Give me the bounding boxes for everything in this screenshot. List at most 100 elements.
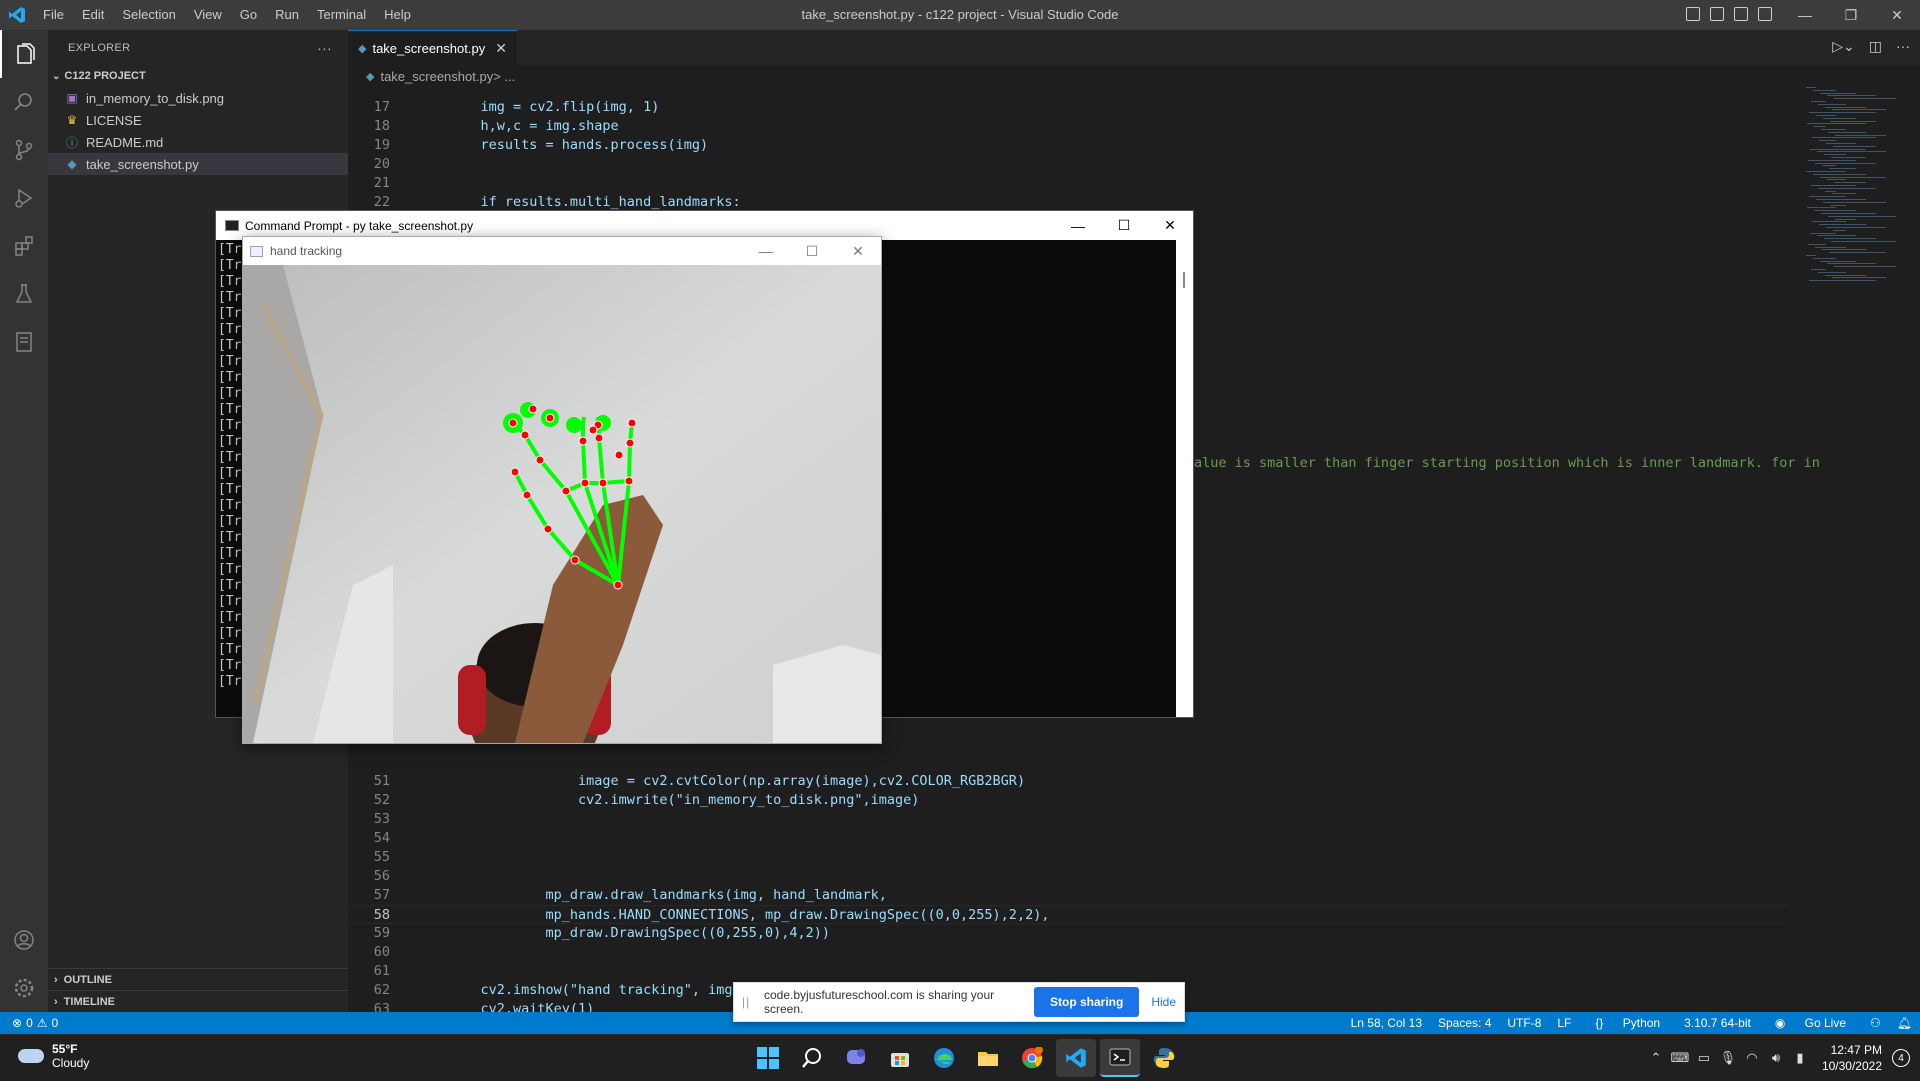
code-line[interactable]: 55 <box>348 848 1788 867</box>
code-line[interactable]: 59 mp_draw.DrawingSpec((0,255,0),4,2)) <box>348 924 1788 943</box>
vscode-icon[interactable] <box>1056 1039 1096 1077</box>
testing-icon[interactable] <box>0 270 48 318</box>
cmd-maximize-button[interactable]: ☐ <box>1101 211 1147 240</box>
hide-share-bar-button[interactable]: Hide <box>1151 995 1176 1009</box>
language-mode[interactable]: {} Python <box>1579 1016 1676 1030</box>
microphone-icon[interactable]: 🎙︎ <box>1716 1050 1740 1066</box>
code-line[interactable]: 53 <box>348 810 1788 829</box>
wifi-icon[interactable]: ◠ <box>1740 1050 1764 1066</box>
project-folder[interactable]: ⌄ C122 PROJECT <box>48 65 348 87</box>
hand-maximize-button[interactable]: ☐ <box>789 237 835 265</box>
menu-file[interactable]: File <box>34 0 73 30</box>
split-editor-icon[interactable]: ◫ <box>1869 38 1882 55</box>
menu-selection[interactable]: Selection <box>113 0 184 30</box>
notification-count[interactable]: 4 <box>1892 1049 1910 1067</box>
battery-icon[interactable]: ▮ <box>1788 1050 1812 1066</box>
drag-handle-icon[interactable]: || <box>742 995 758 1009</box>
clock[interactable]: 12:47 PM 10/30/2022 <box>1812 1042 1892 1074</box>
windows-start-icon[interactable] <box>748 1039 788 1077</box>
files-icon[interactable] <box>0 30 48 78</box>
project-name: C122 PROJECT <box>64 70 146 82</box>
cmd-scrollbar[interactable] <box>1176 240 1193 717</box>
code-line[interactable]: 54 <box>348 829 1788 848</box>
extensions-icon[interactable] <box>0 222 48 270</box>
toggle-sidebar-icon[interactable] <box>1686 7 1700 21</box>
feedback-icon[interactable]: ⚇ <box>1862 1016 1889 1030</box>
toggle-panel-icon[interactable] <box>1710 7 1724 21</box>
go-live-button[interactable]: ◉ Go Live <box>1759 1016 1862 1030</box>
encoding[interactable]: UTF-8 <box>1499 1016 1549 1030</box>
code-line[interactable]: 61 <box>348 962 1788 981</box>
code-line[interactable]: 20 <box>348 155 1788 174</box>
chat-icon[interactable] <box>836 1039 876 1077</box>
search-icon[interactable] <box>0 78 48 126</box>
python-icon[interactable] <box>1144 1039 1184 1077</box>
customize-layout-icon[interactable] <box>1758 7 1772 21</box>
code-line[interactable]: 51 image = cv2.cvtColor(np.array(image),… <box>348 772 1788 791</box>
volume-icon[interactable]: 🔊︎ <box>1764 1050 1788 1066</box>
weather-widget[interactable]: 55°F Cloudy <box>18 1042 89 1070</box>
code-line[interactable]: 60 <box>348 943 1788 962</box>
toggle-secondary-sidebar-icon[interactable] <box>1734 7 1748 21</box>
notifications-bell-icon[interactable]: 🔔︎ <box>1889 1016 1920 1030</box>
more-actions-icon[interactable]: ··· <box>317 40 332 56</box>
tab-take-screenshot[interactable]: ◆ take_screenshot.py ✕ <box>348 30 517 65</box>
chevron-up-icon[interactable]: ⌃ <box>1644 1050 1668 1066</box>
store-icon[interactable] <box>880 1039 920 1077</box>
code-line[interactable]: 18 h,w,c = img.shape <box>348 117 1788 136</box>
menu-help[interactable]: Help <box>375 0 420 30</box>
cmd-minimize-button[interactable]: — <box>1055 211 1101 240</box>
code-line[interactable]: 52 cv2.imwrite("in_memory_to_disk.png",i… <box>348 791 1788 810</box>
terminal-icon[interactable] <box>1100 1039 1140 1077</box>
code-line[interactable]: 21 <box>348 174 1788 193</box>
menu-go[interactable]: Go <box>231 0 266 30</box>
code-line[interactable]: 17 img = cv2.flip(img, 1) <box>348 98 1788 117</box>
search-icon[interactable] <box>792 1039 832 1077</box>
breadcrumb-file[interactable]: take_screenshot.py <box>380 69 493 84</box>
more-actions-icon[interactable]: ··· <box>1896 38 1910 55</box>
file-item[interactable]: ⓘ README.md <box>48 131 348 153</box>
account-icon[interactable] <box>0 916 48 964</box>
hand-titlebar[interactable]: hand tracking — ☐ ✕ <box>243 237 881 265</box>
minimap[interactable] <box>1798 87 1908 287</box>
indentation[interactable]: Spaces: 4 <box>1430 1016 1499 1030</box>
cmd-close-button[interactable]: ✕ <box>1147 211 1193 240</box>
tab-close-icon[interactable]: ✕ <box>495 40 507 57</box>
problems-indicator[interactable]: ⊗ 0 ⚠ 0 <box>0 1016 58 1030</box>
code-line[interactable]: 57 mp_draw.draw_landmarks(img, hand_land… <box>348 886 1788 905</box>
file-item[interactable]: ◆ take_screenshot.py <box>48 153 348 175</box>
file-explorer-icon[interactable] <box>968 1039 1008 1077</box>
file-item[interactable]: ▣ in_memory_to_disk.png <box>48 87 348 109</box>
remote-explorer-icon[interactable] <box>0 318 48 366</box>
close-button[interactable]: ✕ <box>1874 0 1920 30</box>
hand-close-button[interactable]: ✕ <box>835 237 881 265</box>
end-of-line[interactable]: LF <box>1549 1016 1579 1030</box>
menu-terminal[interactable]: Terminal <box>308 0 375 30</box>
minimize-button[interactable]: — <box>1782 0 1828 30</box>
keyboard-icon[interactable]: ⌨ <box>1668 1050 1692 1066</box>
menu-run[interactable]: Run <box>266 0 308 30</box>
minimap-line <box>1823 201 1886 203</box>
source-control-icon[interactable] <box>0 126 48 174</box>
cursor-position[interactable]: Ln 58, Col 13 <box>1343 1016 1430 1030</box>
code-line[interactable]: 56 <box>348 867 1788 886</box>
python-interpreter[interactable]: 3.10.7 64-bit <box>1676 1016 1759 1030</box>
code-line[interactable]: 58 mp_hands.HAND_CONNECTIONS, mp_draw.Dr… <box>348 905 1788 924</box>
timeline-section[interactable]: › TIMELINE <box>48 990 348 1012</box>
chrome-icon[interactable] <box>1012 1039 1052 1077</box>
outline-section[interactable]: › OUTLINE <box>48 968 348 990</box>
run-debug-icon[interactable] <box>0 174 48 222</box>
menu-view[interactable]: View <box>185 0 231 30</box>
hand-minimize-button[interactable]: — <box>743 237 789 265</box>
settings-gear-icon[interactable] <box>0 964 48 1012</box>
display-icon[interactable]: ▭ <box>1692 1050 1716 1066</box>
code-line[interactable]: 19 results = hands.process(img) <box>348 136 1788 155</box>
hand-tracking-window[interactable]: hand tracking — ☐ ✕ <box>242 236 882 744</box>
stop-sharing-button[interactable]: Stop sharing <box>1034 987 1140 1017</box>
restore-button[interactable]: ❐ <box>1828 0 1874 30</box>
edge-icon[interactable] <box>924 1039 964 1077</box>
menu-edit[interactable]: Edit <box>73 0 113 30</box>
breadcrumb-rest[interactable]: > ... <box>493 69 515 84</box>
run-file-icon[interactable]: ▷⌄ <box>1832 38 1855 55</box>
file-item[interactable]: ♛ LICENSE <box>48 109 348 131</box>
